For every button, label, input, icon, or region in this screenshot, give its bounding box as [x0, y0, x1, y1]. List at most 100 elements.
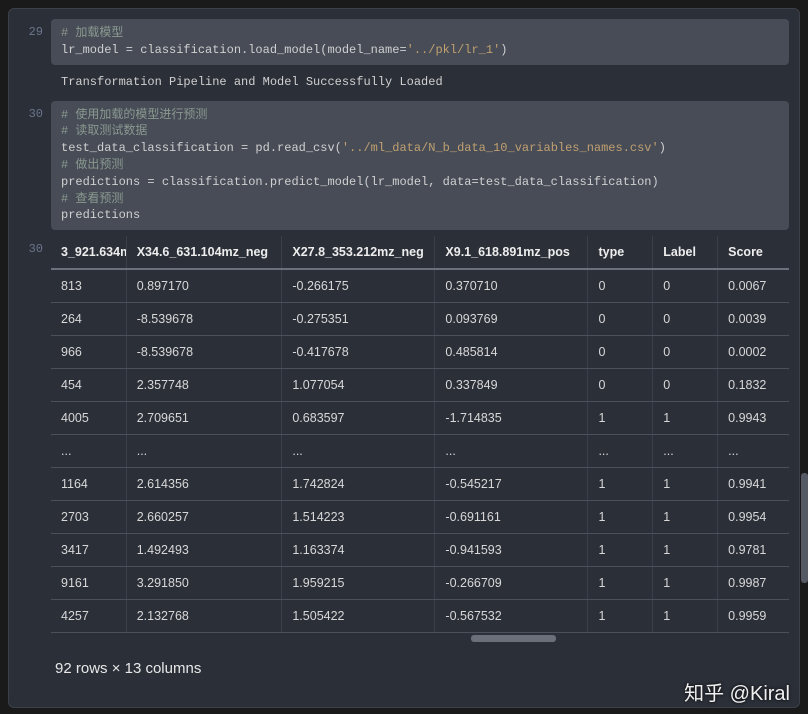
scrollbar-thumb[interactable]	[471, 635, 556, 642]
cell-number: 29	[19, 19, 51, 39]
table-cell: 0.0002	[718, 336, 789, 369]
table-cell: 813	[51, 269, 126, 303]
table-cell: 0.9941	[718, 468, 789, 501]
table-row: 27032.6602571.514223-0.691161110.9954	[51, 501, 789, 534]
table-cell: -8.539678	[126, 336, 282, 369]
table-cell: 1.505422	[282, 600, 435, 633]
table-cell: -0.275351	[282, 303, 435, 336]
table-cell: ...	[435, 435, 588, 468]
table-cell: -0.941593	[435, 534, 588, 567]
table-cell: 0.337849	[435, 369, 588, 402]
col-header: X9.1_618.891mz_pos	[435, 236, 588, 269]
table-cell: 1	[653, 402, 718, 435]
table-cell: 0.0067	[718, 269, 789, 303]
table-row: 264-8.539678-0.2753510.093769000.0039	[51, 303, 789, 336]
table-cell: 3417	[51, 534, 126, 567]
table-cell: 0	[653, 336, 718, 369]
table-cell: -0.691161	[435, 501, 588, 534]
table-cell: -8.539678	[126, 303, 282, 336]
col-header: Score	[718, 236, 789, 269]
vertical-scrollbar[interactable]	[801, 8, 808, 714]
col-header: X27.8_353.212mz_neg	[282, 236, 435, 269]
table-cell: ...	[653, 435, 718, 468]
table-cell: 1.959215	[282, 567, 435, 600]
table-cell: 2703	[51, 501, 126, 534]
table-cell: 4005	[51, 402, 126, 435]
table-cell: 0	[653, 269, 718, 303]
table-row: 40052.7096510.683597-1.714835110.9943	[51, 402, 789, 435]
table-row: 42572.1327681.505422-0.567532110.9959	[51, 600, 789, 633]
table-cell: 0.9954	[718, 501, 789, 534]
col-header: Label	[653, 236, 718, 269]
table-cell: 0.370710	[435, 269, 588, 303]
table-cell: 1	[653, 534, 718, 567]
table-cell: 0	[653, 369, 718, 402]
table-header-row: 3_921.634mz_pos X34.6_631.104mz_neg X27.…	[51, 236, 789, 269]
table-cell: -0.545217	[435, 468, 588, 501]
table-cell: 0.683597	[282, 402, 435, 435]
code-input[interactable]: # 加载模型 lr_model = classification.load_mo…	[51, 19, 789, 65]
table-cell: 0.9959	[718, 600, 789, 633]
table-row: 8130.897170-0.2661750.370710000.0067	[51, 269, 789, 303]
table-cell: 2.660257	[126, 501, 282, 534]
table-cell: 1	[653, 600, 718, 633]
table-cell: ...	[282, 435, 435, 468]
table-cell: 4257	[51, 600, 126, 633]
table-cell: -0.266175	[282, 269, 435, 303]
horizontal-scrollbar[interactable]	[51, 635, 789, 642]
cell-30: 30 # 使用加载的模型进行预测 # 读取测试数据 test_data_clas…	[19, 101, 789, 231]
scrollbar-thumb[interactable]	[801, 473, 808, 583]
table-cell: 1164	[51, 468, 126, 501]
output-text: Transformation Pipeline and Model Succes…	[51, 71, 789, 95]
table-cell: 0	[588, 303, 653, 336]
table-cell: 0	[588, 269, 653, 303]
dataframe-summary: 92 rows × 13 columns	[51, 642, 789, 681]
table-row: 4542.3577481.0770540.337849000.1832	[51, 369, 789, 402]
table-cell: 1.163374	[282, 534, 435, 567]
table-cell: 1	[653, 501, 718, 534]
cell-30-output: 30 3_921.634mz_pos X34.6_631.104mz_neg X…	[19, 236, 789, 681]
table-cell: 1	[588, 600, 653, 633]
table-cell: 1	[653, 468, 718, 501]
table-cell: 966	[51, 336, 126, 369]
table-cell: -0.266709	[435, 567, 588, 600]
table-row: 34171.4924931.163374-0.941593110.9781	[51, 534, 789, 567]
cell-29-output: Transformation Pipeline and Model Succes…	[19, 71, 789, 95]
table-cell: 0	[653, 303, 718, 336]
table-cell: 1	[588, 468, 653, 501]
table-cell: 2.357748	[126, 369, 282, 402]
table-cell: 0.0039	[718, 303, 789, 336]
table-cell: ...	[588, 435, 653, 468]
table-cell: 1	[588, 567, 653, 600]
dataframe-table[interactable]: 3_921.634mz_pos X34.6_631.104mz_neg X27.…	[51, 236, 789, 633]
table-cell: 1.492493	[126, 534, 282, 567]
table-cell: ...	[718, 435, 789, 468]
table-cell: 0.9943	[718, 402, 789, 435]
table-cell: 3.291850	[126, 567, 282, 600]
table-cell: 2.709651	[126, 402, 282, 435]
col-header: 3_921.634mz_pos	[51, 236, 126, 269]
table-cell: 0.9781	[718, 534, 789, 567]
table-cell: 454	[51, 369, 126, 402]
table-row: 91613.2918501.959215-0.266709110.9987	[51, 567, 789, 600]
table-cell: 0	[588, 336, 653, 369]
table-row: 11642.6143561.742824-0.545217110.9941	[51, 468, 789, 501]
table-cell: -0.567532	[435, 600, 588, 633]
table-cell: 1	[588, 534, 653, 567]
output-number: 30	[19, 236, 51, 256]
table-cell: 0	[588, 369, 653, 402]
table-cell: 0.093769	[435, 303, 588, 336]
table-cell: -0.417678	[282, 336, 435, 369]
table-cell: 0.1832	[718, 369, 789, 402]
table-cell: 0.897170	[126, 269, 282, 303]
table-cell: 1.077054	[282, 369, 435, 402]
table-cell: 1	[588, 501, 653, 534]
table-cell: 2.614356	[126, 468, 282, 501]
cell-number: 30	[19, 101, 51, 121]
code-input[interactable]: # 使用加载的模型进行预测 # 读取测试数据 test_data_classif…	[51, 101, 789, 231]
table-cell: 1.514223	[282, 501, 435, 534]
table-cell: 1	[588, 402, 653, 435]
col-header: type	[588, 236, 653, 269]
table-cell: 0.9987	[718, 567, 789, 600]
col-header: X34.6_631.104mz_neg	[126, 236, 282, 269]
